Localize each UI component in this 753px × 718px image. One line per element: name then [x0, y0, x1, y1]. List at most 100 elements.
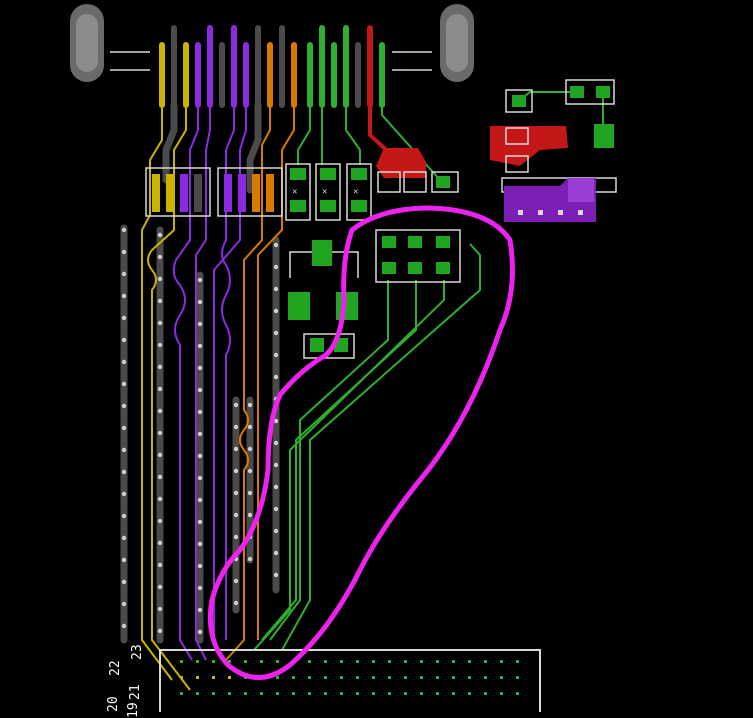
header-pin [292, 692, 295, 695]
header-pin [180, 692, 183, 695]
via [273, 462, 279, 468]
mounting-hole-right [440, 4, 474, 82]
header-pin [468, 660, 471, 663]
via [197, 563, 203, 569]
via [273, 330, 279, 336]
pin-header [159, 649, 541, 712]
via [197, 431, 203, 437]
via [247, 468, 253, 474]
header-pin [260, 660, 263, 663]
via [197, 629, 203, 635]
mounting-hole-left [70, 4, 104, 82]
header-pin [276, 692, 279, 695]
header-pin [500, 692, 503, 695]
header-pin [372, 692, 375, 695]
via [273, 506, 279, 512]
via [157, 606, 163, 612]
pin-label-21: 21 [128, 684, 143, 700]
header-pin [436, 660, 439, 663]
pin-label-22: 22 [108, 660, 123, 676]
header-pin [420, 692, 423, 695]
header-pin [308, 676, 311, 679]
via [121, 535, 127, 541]
connector-pins [159, 25, 385, 108]
pin-label-20: 20 [106, 696, 121, 712]
via [157, 386, 163, 392]
header-pin [420, 660, 423, 663]
via [197, 585, 203, 591]
header-pin [436, 676, 439, 679]
header-pin [308, 660, 311, 663]
header-pin [404, 676, 407, 679]
header-pin [324, 692, 327, 695]
header-pin [244, 692, 247, 695]
via [233, 468, 239, 474]
via [157, 232, 163, 238]
via [233, 402, 239, 408]
via [157, 364, 163, 370]
header-pin [340, 660, 343, 663]
header-pin [468, 692, 471, 695]
via [273, 308, 279, 314]
header-pin [484, 660, 487, 663]
via [233, 424, 239, 430]
via [157, 408, 163, 414]
via [157, 474, 163, 480]
via [157, 298, 163, 304]
header-pin [372, 660, 375, 663]
header-pin [212, 692, 215, 695]
chip-array-green [375, 229, 461, 283]
via [157, 254, 163, 260]
header-pin [212, 676, 215, 679]
pin-label-19: 19 [126, 702, 141, 718]
via [247, 446, 253, 452]
header-pin [356, 676, 359, 679]
via [121, 249, 127, 255]
via [121, 381, 127, 387]
via [121, 337, 127, 343]
header-pin [388, 692, 391, 695]
header-pin [388, 660, 391, 663]
header-pin [212, 660, 215, 663]
header-pin [404, 660, 407, 663]
via [157, 496, 163, 502]
via [197, 607, 203, 613]
header-pin [324, 660, 327, 663]
header-pin [276, 660, 279, 663]
via [273, 242, 279, 248]
via [157, 540, 163, 546]
resistor-array-left [145, 167, 211, 217]
via [247, 556, 253, 562]
header-pin [276, 676, 279, 679]
header-pin [436, 692, 439, 695]
header-pin [500, 660, 503, 663]
via [157, 562, 163, 568]
via [197, 343, 203, 349]
svg-text:✕: ✕ [292, 187, 297, 197]
via [157, 320, 163, 326]
via [157, 518, 163, 524]
via [197, 497, 203, 503]
via [197, 519, 203, 525]
via [197, 387, 203, 393]
via [197, 321, 203, 327]
via [121, 271, 127, 277]
via [121, 403, 127, 409]
pcb-layout-canvas: ✕ ✕ ✕ [70, 4, 617, 712]
via [273, 572, 279, 578]
component-top-right [490, 79, 617, 222]
via [273, 352, 279, 358]
svg-text:✕: ✕ [353, 187, 358, 197]
svg-text:✕: ✕ [322, 187, 327, 197]
via [247, 490, 253, 496]
via [121, 227, 127, 233]
header-pin [420, 676, 423, 679]
via [121, 359, 127, 365]
via [273, 286, 279, 292]
header-pin [180, 676, 183, 679]
via [273, 264, 279, 270]
via [157, 342, 163, 348]
header-pin [484, 692, 487, 695]
header-pin [404, 692, 407, 695]
header-pin [340, 676, 343, 679]
